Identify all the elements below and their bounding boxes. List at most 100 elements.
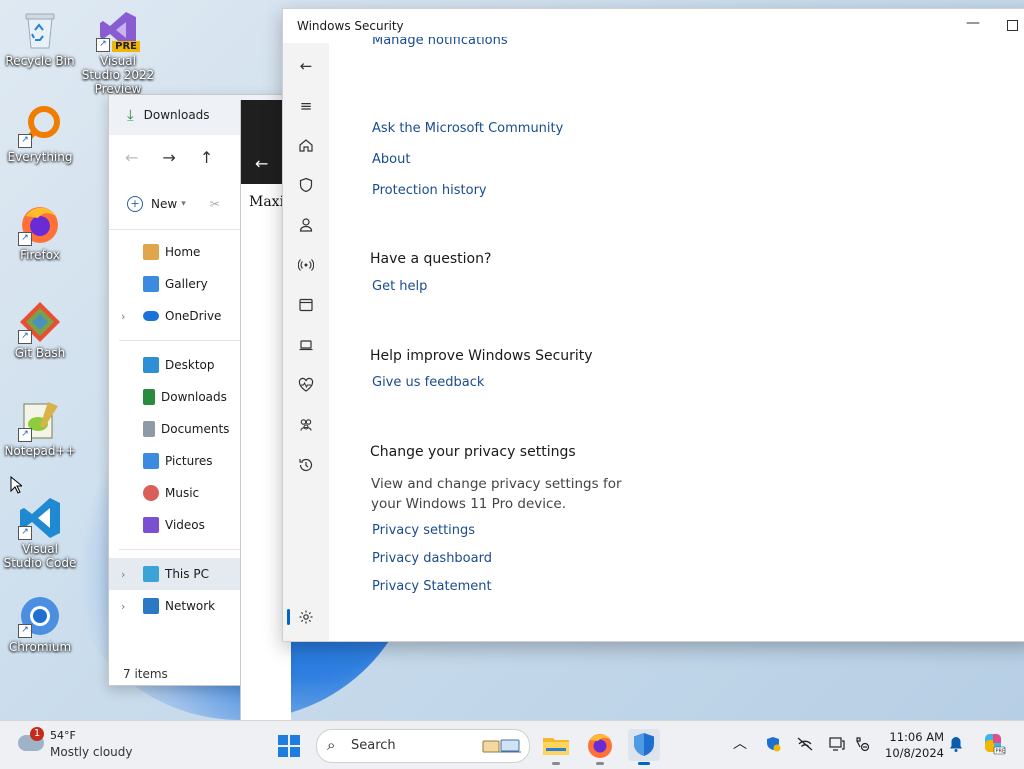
weather-condition: Mostly cloudy [50,745,133,759]
about-link[interactable]: About [372,152,410,167]
remote-devices-icon[interactable] [853,735,871,753]
shield-icon[interactable] [297,177,315,195]
windows-logo-pane [290,747,300,757]
account-icon[interactable] [297,217,315,235]
nav-item-label: Network [165,599,216,613]
security-tray-icon[interactable] [764,735,782,753]
display-tray-icon[interactable] [828,735,846,753]
device-security-icon[interactable] [297,337,315,355]
desktop-icon-firefox[interactable]: ↗ Firefox [2,202,78,262]
privacy-heading: Change your privacy settings [370,444,576,460]
cut-icon[interactable]: ✂ [210,197,220,211]
shortcut-arrow-icon: ↗ [18,330,32,344]
chevron-right-icon[interactable]: › [121,310,125,323]
improve-heading: Help improve Windows Security [370,348,593,364]
chromium-icon: ↗ [18,594,62,638]
app-browser-control-icon[interactable] [297,297,315,315]
notification-bell-icon[interactable] [947,735,965,753]
up-arrow-icon[interactable]: ↑ [200,148,213,167]
taskbar-search-box[interactable]: ⌕ Search [316,729,530,763]
mouse-cursor-icon [10,475,24,497]
nav-item-label: Pictures [165,454,213,468]
privacy-dashboard-link[interactable]: Privacy dashboard [372,551,492,566]
copilot-icon[interactable]: PRE [980,731,1006,757]
manage-notifications-link[interactable]: Manage notifications [372,37,508,51]
desktop-icon-visual-studio[interactable]: PRE ↗ Visual Studio 2022 Preview [80,8,156,96]
desktop-icon-recycle-bin[interactable]: Recycle Bin [2,8,78,68]
taskbar-firefox[interactable] [584,729,616,765]
protection-history-link[interactable]: Protection history [372,183,487,198]
clock-time: 11:06 AM [889,730,944,744]
running-indicator [552,762,560,765]
settings-content: Manage notifications Ask the Microsoft C… [329,37,1024,641]
device-health-icon[interactable] [297,377,315,395]
onedrive-icon [143,311,159,321]
minimize-button[interactable]: — [963,15,983,35]
desktop-icon-everything[interactable]: ↗ Everything [2,104,78,164]
start-button[interactable] [278,735,300,757]
get-help-link[interactable]: Get help [372,279,427,294]
forward-arrow-icon[interactable]: → [162,148,175,167]
desktop-icon-label: Git Bash [14,346,66,360]
search-icon: ⌕ [327,736,336,754]
running-indicator [596,762,604,765]
give-feedback-link[interactable]: Give us feedback [372,375,484,390]
windows-logo-pane [278,747,288,757]
back-arrow-icon[interactable]: ← [255,154,268,173]
desktop-icon-label: Visual Studio Code [3,542,77,570]
svg-text:PRE: PRE [996,749,1006,755]
shortcut-arrow-icon: ↗ [18,134,32,148]
taskbar-file-explorer[interactable] [540,729,572,765]
downloads-folder-icon [143,389,155,405]
settings-gear-icon[interactable] [297,609,315,627]
shortcut-arrow-icon: ↗ [18,428,32,442]
chevron-right-icon[interactable]: › [121,568,125,581]
desktop-icon-git-bash[interactable]: ↗ Git Bash [2,300,78,360]
desktop-icon-notepadpp[interactable]: ↗ Notepad++ [2,398,78,458]
preview-badge: PRE [112,41,140,52]
new-plus-icon: + [127,196,143,212]
chevron-up-icon[interactable]: ︿ [731,735,749,753]
windows-security-window[interactable]: Windows Security — ← ≡ Manage notificati… [282,8,1024,642]
new-button[interactable]: New [151,197,177,211]
explorer-tab-title: Downloads [143,108,210,122]
nav-item-label: Gallery [165,277,208,291]
nav-item-label: Desktop [165,358,215,372]
file-explorer-icon [543,738,569,755]
firewall-network-icon[interactable] [297,257,315,275]
desktop-icon-vscode[interactable]: ↗ Visual Studio Code [2,496,78,570]
chevron-right-icon[interactable]: › [121,600,125,613]
git-bash-icon: ↗ [18,300,62,344]
shortcut-arrow-icon: ↗ [18,526,32,540]
back-arrow-icon[interactable]: ← [125,148,138,167]
family-options-icon[interactable] [297,417,315,435]
gallery-icon [143,276,159,292]
window-title: Windows Security [297,19,404,33]
notification-badge: 1 [30,727,44,741]
nav-item-label: Music [165,486,200,500]
desktop-icon-label: Recycle Bin [5,54,75,68]
privacy-statement-link[interactable]: Privacy Statement [372,579,492,594]
explorer-status-bar: 7 items [123,667,168,681]
shortcut-arrow-icon: ↗ [96,38,110,52]
weather-widget[interactable]: 1 54°F Mostly cloudy [16,727,156,761]
clock-date: 10/8/2024 [885,746,944,760]
nav-item-label: Documents [161,422,230,436]
nav-item-label: Videos [165,518,205,532]
network-disconnected-icon[interactable] [796,735,814,753]
hamburger-menu-icon[interactable]: ≡ [297,97,315,115]
home-icon[interactable] [297,137,315,155]
maximize-button[interactable] [1007,20,1018,31]
back-arrow-icon[interactable]: ← [297,57,315,75]
this-pc-icon [143,566,159,582]
desktop-icon-chromium[interactable]: ↗ Chromium [2,594,78,654]
nav-item-label: Downloads [161,390,227,404]
system-clock[interactable]: 11:06 AM 10/8/2024 [880,729,944,761]
music-folder-icon [143,485,159,501]
ask-community-link[interactable]: Ask the Microsoft Community [372,121,563,136]
protection-history-icon[interactable] [297,457,315,475]
taskbar-windows-security[interactable] [628,729,660,765]
documents-folder-icon [143,421,155,437]
privacy-settings-link[interactable]: Privacy settings [372,523,475,538]
desktop-folder-icon [143,357,159,373]
